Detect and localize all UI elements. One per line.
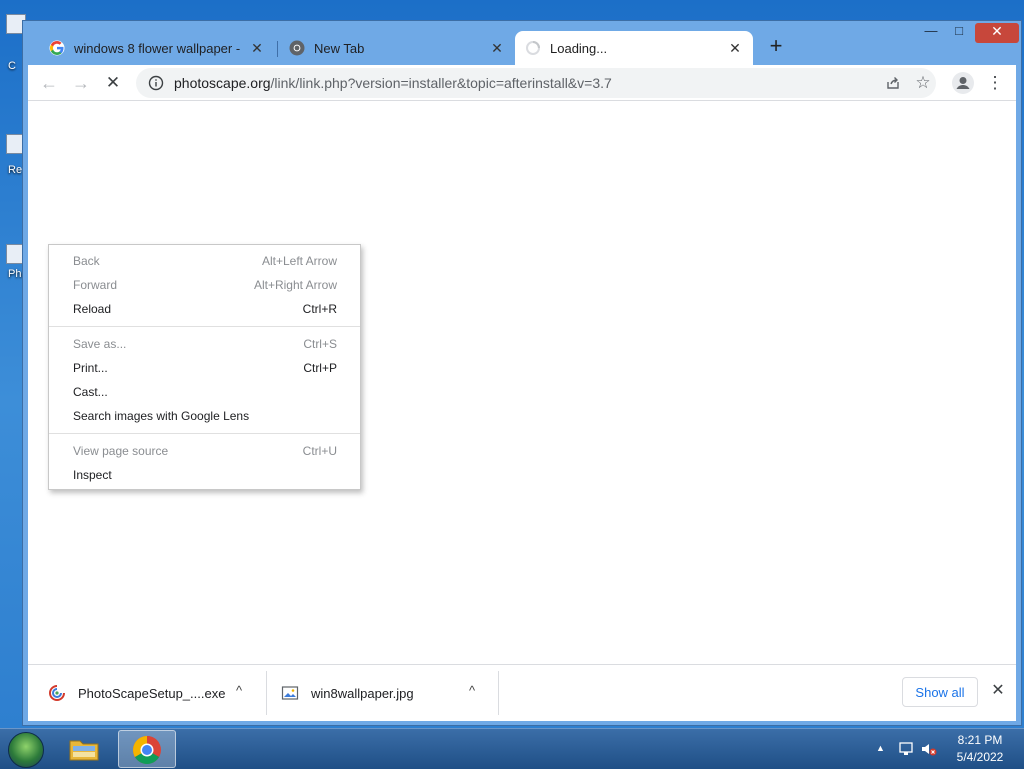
browser-toolbar: ← → ✕ photoscape.org/link/link.php?versi… bbox=[28, 65, 1016, 101]
image-file-icon bbox=[281, 686, 299, 700]
menu-item-shortcut: Ctrl+R bbox=[302, 302, 337, 316]
volume-muted-icon[interactable] bbox=[920, 741, 938, 757]
start-button[interactable] bbox=[8, 732, 44, 768]
tab-close-icon[interactable]: ✕ bbox=[727, 40, 743, 57]
menu-item-google-lens[interactable]: Search images with Google Lens bbox=[49, 404, 360, 428]
menu-item-cast[interactable]: Cast... bbox=[49, 380, 360, 404]
stop-button[interactable]: ✕ bbox=[101, 71, 125, 95]
share-icon[interactable] bbox=[885, 75, 901, 91]
context-menu: Back Alt+Left Arrow Forward Alt+Right Ar… bbox=[48, 244, 361, 490]
menu-item-inspect[interactable]: Inspect bbox=[49, 463, 360, 487]
menu-item-forward[interactable]: Forward Alt+Right Arrow bbox=[49, 273, 360, 297]
folder-icon bbox=[69, 740, 99, 761]
menu-item-label: Search images with Google Lens bbox=[73, 409, 250, 423]
chrome-icon bbox=[289, 40, 305, 56]
clock-date[interactable]: 5/4/2022 bbox=[950, 750, 1010, 764]
taskbar-chrome[interactable] bbox=[118, 730, 176, 768]
chevron-up-icon[interactable]: ^ bbox=[236, 683, 242, 698]
menu-item-shortcut: Alt+Left Arrow bbox=[261, 254, 337, 268]
menu-item-shortcut: Ctrl+P bbox=[303, 361, 337, 375]
tab-close-icon[interactable]: ✕ bbox=[489, 40, 505, 57]
download-item[interactable]: PhotoScapeSetup_....exe ^ bbox=[48, 665, 258, 721]
info-icon[interactable] bbox=[148, 75, 164, 91]
menu-item-save-as[interactable]: Save as... Ctrl+S bbox=[49, 332, 360, 356]
url-host: photoscape.org bbox=[174, 75, 271, 91]
chrome-icon bbox=[133, 736, 161, 764]
download-shelf: PhotoScapeSetup_....exe ^ win8wallpaper.… bbox=[28, 664, 1016, 721]
download-divider bbox=[498, 671, 499, 715]
window-close-button[interactable]: ✕ bbox=[975, 23, 1019, 43]
menu-item-label: Cast... bbox=[73, 385, 108, 399]
menu-item-label: Save as... bbox=[73, 337, 127, 351]
new-tab-button[interactable]: + bbox=[764, 35, 788, 59]
menu-item-reload[interactable]: Reload Ctrl+R bbox=[49, 297, 360, 321]
tab-new-tab[interactable]: New Tab ✕ bbox=[279, 31, 515, 65]
menu-item-shortcut: Ctrl+U bbox=[302, 444, 337, 458]
menu-item-label: Reload bbox=[73, 302, 112, 316]
tab-strip: windows 8 flower wallpaper - Go ✕ New Ta… bbox=[23, 21, 1021, 65]
taskbar-explorer[interactable] bbox=[56, 730, 114, 768]
chrome-menu-button[interactable]: ⋮ bbox=[983, 71, 1007, 95]
tab-google-search[interactable]: windows 8 flower wallpaper - Go ✕ bbox=[39, 31, 275, 65]
tab-title: New Tab bbox=[314, 40, 365, 56]
show-all-button[interactable]: Show all bbox=[902, 677, 978, 707]
google-g-icon bbox=[49, 40, 65, 56]
url-path: /link/link.php?version=installer&topic=a… bbox=[270, 75, 612, 91]
menu-item-back[interactable]: Back Alt+Left Arrow bbox=[49, 249, 360, 273]
close-download-shelf-icon[interactable]: ✕ bbox=[988, 681, 1008, 701]
menu-item-label: Inspect bbox=[73, 468, 112, 482]
chevron-up-icon[interactable]: ^ bbox=[469, 683, 475, 698]
maximize-button[interactable]: □ bbox=[945, 23, 973, 43]
menu-item-shortcut: Ctrl+S bbox=[303, 337, 337, 351]
menu-separator bbox=[49, 326, 360, 327]
menu-item-label: Forward bbox=[73, 278, 118, 292]
desktop-label-recycle-bin: Re bbox=[8, 164, 23, 176]
show-hidden-icons-button[interactable]: ▲ bbox=[876, 743, 885, 753]
address-bar[interactable]: photoscape.org/link/link.php?version=ins… bbox=[136, 68, 936, 98]
tab-title: Loading... bbox=[550, 40, 608, 56]
profile-icon[interactable] bbox=[951, 71, 975, 95]
tab-close-icon[interactable]: ✕ bbox=[249, 40, 265, 57]
menu-item-label: View page source bbox=[73, 444, 169, 458]
star-icon[interactable]: ☆ bbox=[911, 71, 935, 95]
download-filename: win8wallpaper.jpg bbox=[311, 685, 414, 701]
clock-time[interactable]: 8:21 PM bbox=[950, 733, 1010, 747]
tab-title: windows 8 flower wallpaper - Go bbox=[74, 40, 243, 56]
download-filename: PhotoScapeSetup_....exe bbox=[78, 685, 226, 701]
menu-item-shortcut: Alt+Right Arrow bbox=[253, 278, 337, 292]
download-item[interactable]: win8wallpaper.jpg ^ bbox=[281, 665, 491, 721]
tab-loading[interactable]: Loading... ✕ bbox=[515, 31, 753, 65]
taskbar: ▲ 8:21 PM 5/4/2022 bbox=[0, 728, 1024, 769]
menu-item-label: Print... bbox=[73, 361, 108, 375]
minimize-button[interactable]: — bbox=[917, 23, 945, 43]
menu-item-view-source[interactable]: View page source Ctrl+U bbox=[49, 439, 360, 463]
tab-divider bbox=[277, 41, 278, 57]
network-icon[interactable] bbox=[898, 741, 914, 757]
menu-item-label: Back bbox=[73, 254, 100, 268]
installer-icon bbox=[49, 685, 65, 701]
loading-spinner-icon bbox=[526, 41, 540, 55]
back-button[interactable]: ← bbox=[37, 71, 61, 95]
menu-separator bbox=[49, 433, 360, 434]
forward-button[interactable]: → bbox=[69, 71, 93, 95]
desktop-label-computer: C bbox=[8, 60, 16, 72]
download-divider bbox=[266, 671, 267, 715]
menu-item-print[interactable]: Print... Ctrl+P bbox=[49, 356, 360, 380]
url-text: photoscape.org/link/link.php?version=ins… bbox=[174, 75, 612, 91]
